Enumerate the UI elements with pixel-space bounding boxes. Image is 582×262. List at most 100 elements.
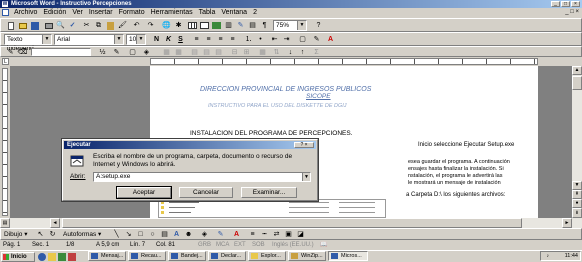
hyperlink-icon[interactable]: 🌐 [161,20,172,31]
spelling-icon[interactable]: ✓ [67,20,78,31]
ok-button[interactable]: Aceptar [116,186,172,199]
3d-icon[interactable]: ◪ [295,229,306,240]
textbox-icon[interactable]: ▤ [159,229,170,240]
align-center-icon[interactable]: ≡ [203,34,214,45]
cancel-button[interactable]: Cancelar [179,187,233,198]
doc-map-icon[interactable]: ▤ [247,20,258,31]
draw-font-color-icon[interactable]: A [231,229,242,240]
bold-icon[interactable]: N [151,34,162,45]
line-style-select[interactable] [31,48,91,56]
scroll-up-icon[interactable]: ▲ [572,66,582,75]
font-color-icon[interactable]: A [325,34,336,45]
scroll-thumb[interactable] [572,76,582,90]
increase-indent-icon[interactable]: ⇥ [281,34,292,45]
drawing-icon[interactable]: ✎ [235,20,246,31]
next-page-icon[interactable]: ⇟ [572,208,582,218]
quicklaunch-channels-icon[interactable] [68,253,76,261]
autoshapes-menu-button[interactable]: Autoformas ▾ [63,230,101,239]
underline-icon[interactable]: S [175,34,186,45]
chevron-down-icon[interactable]: ▼ [302,173,310,181]
cut-icon[interactable]: ✂ [81,20,92,31]
scroll-left-icon[interactable]: ◄ [50,218,60,228]
font-select[interactable]: Arial ▼ [54,34,124,45]
rectangle-icon[interactable]: □ [135,229,146,240]
menu-edicion[interactable]: Edición [40,8,69,17]
clock[interactable]: 11:44 [565,253,578,259]
oval-icon[interactable]: ○ [147,229,158,240]
task-button-recau[interactable]: Recau... [128,251,166,261]
scroll-down-icon[interactable]: ▼ [572,181,582,190]
style-select[interactable]: Texto independ ▼ [4,34,52,52]
save-icon[interactable] [29,20,40,31]
menu-ver[interactable]: Ver [69,8,86,17]
show-hide-icon[interactable]: ¶ [259,20,270,31]
task-button-mensaj[interactable]: Mensaj... [88,251,126,261]
free-rotate-icon[interactable]: ↻ [47,229,58,240]
open-input[interactable]: A:setup.exe ▼ [93,172,311,182]
redo-icon[interactable]: ↷ [145,20,156,31]
tables-icon[interactable] [187,20,198,31]
horizontal-scrollbar[interactable]: ▤ ◄ ► [0,218,582,228]
fill-color-icon[interactable]: ◈ [199,229,210,240]
task-button-micros[interactable]: Micros... [328,251,368,261]
preview-icon[interactable]: 🔍 [55,20,66,31]
draw-menu-button[interactable]: Dibujo ▾ [4,230,28,239]
maximize-button[interactable]: □ [561,1,570,7]
format-painter-icon[interactable]: 🖌 [117,20,128,31]
prev-page-icon[interactable]: ⇞ [572,190,582,199]
quicklaunch-desktop-icon[interactable] [58,253,66,261]
minimize-button[interactable]: _ [551,1,560,7]
web-toolbar-icon[interactable]: ✱ [173,20,184,31]
arrow-icon[interactable]: ↘ [123,229,134,240]
menu-insertar[interactable]: Insertar [86,8,116,17]
undo-icon[interactable]: ↶ [131,20,142,31]
line-color-icon[interactable]: ✎ [215,229,226,240]
menu-archivo[interactable]: Archivo [11,8,40,17]
help-icon[interactable]: ? [313,20,324,31]
status-mode-sob[interactable]: SOB [252,240,265,250]
font-size-select[interactable]: 10 ▼ [126,34,146,45]
task-button-explor[interactable]: Explor... [248,251,286,261]
new-icon[interactable] [5,20,16,31]
dash-style-icon[interactable]: ┅ [259,229,270,240]
quicklaunch-outlook-icon[interactable] [48,253,56,261]
insert-table-icon[interactable] [199,20,210,31]
h-scroll-thumb[interactable] [62,218,522,228]
spelling-status-icon[interactable]: 📖 [318,241,330,249]
highlight-icon[interactable]: ✎ [311,34,322,45]
task-button-bandej[interactable]: Bandej... [168,251,206,261]
volume-icon[interactable]: ♪ [543,253,550,259]
clipart-icon[interactable]: ☻ [183,229,194,240]
status-mode-ext[interactable]: EXT [234,240,246,250]
quicklaunch-ie-icon[interactable] [38,253,46,261]
bullets-icon[interactable]: • [255,34,266,45]
menu-herramientas[interactable]: Herramientas [148,8,196,17]
zoom-select[interactable]: 75% ▼ [273,20,307,31]
print-icon[interactable] [43,20,54,31]
browse-object-icon[interactable]: ● [572,199,582,208]
scroll-right-icon[interactable]: ► [562,218,572,228]
line-style-icon[interactable]: ≡ [247,229,258,240]
align-right-icon[interactable]: ≡ [215,34,226,45]
columns-icon[interactable]: ▥ [223,20,234,31]
border-icon[interactable]: ▢ [297,34,308,45]
menu-tabla[interactable]: Tabla [196,8,219,17]
horizontal-ruler[interactable]: L [0,57,582,66]
paste-icon[interactable] [105,20,116,31]
normal-view-icon[interactable]: ▤ [0,218,10,228]
menu-help[interactable]: 2 [250,8,260,17]
browse-button[interactable]: Examinar... [241,187,297,198]
menu-ventana[interactable]: Ventana [218,8,250,17]
copy-icon[interactable]: ⧉ [93,20,104,31]
numbering-icon[interactable]: ⒈ [243,34,254,45]
arrow-style-icon[interactable]: ⇄ [271,229,282,240]
dialog-help-close-buttons[interactable]: ? × [294,142,314,148]
select-objects-icon[interactable]: ↖ [35,229,46,240]
task-button-winzip[interactable]: WinZip... [288,251,326,261]
task-button-declar[interactable]: Declar... [208,251,246,261]
justify-icon[interactable]: ≡ [227,34,238,45]
shadow-icon[interactable]: ▣ [283,229,294,240]
status-mode-mca[interactable]: MCA [216,240,229,250]
start-button[interactable]: Inicio [1,252,35,262]
open-icon[interactable] [17,20,28,31]
